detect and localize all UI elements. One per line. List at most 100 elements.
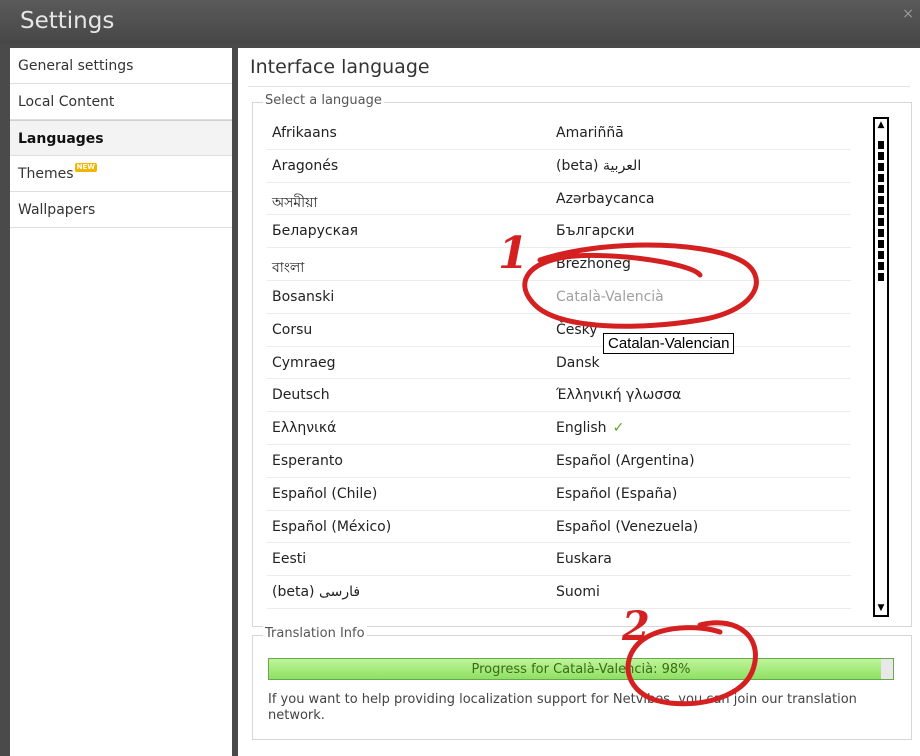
language-option[interactable]: Deutsch [272, 387, 330, 403]
heading-divider [248, 86, 910, 87]
language-option[interactable]: Corsu [272, 322, 312, 338]
language-label: অসমীয়া [272, 194, 318, 211]
language-option[interactable]: Español (México) [272, 519, 391, 535]
new-badge: NEW [74, 163, 97, 172]
language-label: Español (Venezuela) [556, 518, 699, 535]
language-row: Esperanto Español (Argentina) [267, 445, 851, 478]
language-option[interactable]: Español (Venezuela) [556, 519, 698, 535]
language-label: Eesti [272, 551, 307, 568]
translation-fieldset: Translation Info Progress for Català-Val… [252, 626, 912, 740]
language-option[interactable]: Български [556, 223, 635, 239]
language-option[interactable]: Esperanto [272, 453, 343, 469]
language-option[interactable]: বাংলা [272, 256, 304, 280]
sidebar-item-label: Wallpapers [18, 202, 96, 218]
sidebar-item-languages[interactable]: Languages [10, 120, 232, 156]
language-option[interactable]: Bosanski [272, 289, 334, 305]
scroll-thumb[interactable] [878, 141, 884, 281]
language-row: Deutsch Έλληνική γλωσσα [267, 379, 851, 413]
language-label: Español (Argentina) [556, 452, 695, 469]
main-panel: Interface language Select a language Afr… [238, 48, 920, 756]
scroll-down-icon[interactable]: ▼ [877, 604, 885, 613]
sidebar-item-local-content[interactable]: Local Content [10, 84, 232, 120]
language-option[interactable]: Amariññā [556, 125, 624, 141]
language-option[interactable]: Afrikaans [272, 125, 337, 141]
language-label: Dansk [556, 354, 600, 371]
language-option[interactable]: (beta) فارسی [272, 584, 360, 600]
page-title: Interface language [250, 56, 430, 78]
language-row: Беларуская Български [267, 215, 851, 249]
language-option[interactable]: Dansk [556, 355, 600, 371]
language-label: Aragonés [272, 157, 339, 174]
language-row: Eesti Euskara [267, 543, 851, 577]
language-label: Corsu [272, 321, 313, 338]
sidebar-item-themes[interactable]: Themes NEW [10, 156, 232, 192]
language-list: Afrikaans Amariññā Aragonés (beta) العربية অ… [267, 117, 851, 609]
language-label: English [556, 420, 607, 437]
translation-progress-bar: Progress for Català-Valencià: 98% [268, 658, 894, 680]
language-option[interactable]: Azərbaycanca [556, 191, 654, 207]
language-option[interactable]: Español (Chile) [272, 486, 377, 502]
sidebar-item-general-settings[interactable]: General settings [10, 48, 232, 84]
language-label: Έλληνική γλωσσα [556, 387, 682, 404]
sidebar-item-label: General settings [18, 58, 134, 74]
language-label: Bosanski [272, 288, 335, 305]
language-label: Amariññā [556, 125, 624, 141]
language-label: Cymraeg [272, 354, 336, 371]
translation-info-text: If you want to help providing localizati… [268, 692, 857, 723]
language-option[interactable]: Česky [556, 322, 598, 338]
language-row: Cymraeg Dansk [267, 347, 851, 380]
language-label: Esperanto [272, 452, 343, 469]
language-row: Bosanski Català-Valencià [267, 281, 851, 314]
language-label: Ελληνικά [272, 420, 337, 437]
language-option[interactable]: Aragonés [272, 158, 338, 174]
language-label: (beta) فارسی [272, 584, 361, 601]
translation-legend: Translation Info [263, 626, 367, 641]
language-option[interactable]: Español (Argentina) [556, 453, 695, 469]
language-option[interactable]: Eesti [272, 551, 306, 567]
language-row: Ελληνικά English ✓ [267, 412, 851, 445]
language-option[interactable]: অসমীয়া [272, 191, 317, 215]
language-row: অসমীয়া Azərbaycanca [267, 183, 851, 216]
language-tooltip: Catalan-Valencian [603, 333, 735, 354]
language-row: বাংলা Brezhoneg [267, 248, 851, 281]
progress-text: Progress for Català-Valencià: 98% [471, 662, 691, 677]
language-label: Brezhoneg [556, 256, 631, 273]
titlebar: Settings × [0, 0, 920, 44]
language-label: (beta) العربية [556, 157, 642, 174]
language-row: Corsu Česky [267, 314, 851, 347]
close-icon[interactable]: × [902, 6, 914, 22]
language-option[interactable]: Cymraeg [272, 355, 336, 371]
language-option[interactable]: Euskara [556, 551, 612, 567]
language-option[interactable]: Ελληνικά [272, 420, 336, 436]
language-row: Español (México) Español (Venezuela) [267, 511, 851, 544]
language-label: Español (España) [556, 485, 678, 502]
language-scrollbar[interactable]: ▲ ▼ [873, 117, 889, 617]
sidebar-item-wallpapers[interactable]: Wallpapers [10, 192, 232, 228]
language-option[interactable]: (beta) العربية [556, 158, 641, 174]
language-label: Беларуская [272, 223, 359, 240]
language-legend: Select a language [263, 93, 384, 108]
language-option[interactable]: Español (España) [556, 486, 677, 502]
language-option[interactable]: Έλληνική γλωσσα [556, 387, 681, 403]
scroll-up-icon[interactable]: ▲ [877, 121, 885, 130]
language-row: Español (Chile) Español (España) [267, 478, 851, 511]
language-label: Azərbaycanca [556, 190, 655, 207]
language-row: (beta) فارسی Suomi [267, 576, 851, 609]
language-option[interactable]: Suomi [556, 584, 600, 600]
language-label: Български [556, 223, 635, 240]
language-label: Euskara [556, 551, 612, 568]
language-label: Česky [556, 321, 598, 338]
language-option[interactable]: Беларуская [272, 223, 358, 239]
window-title: Settings [20, 8, 115, 34]
language-label: Español (México) [272, 518, 392, 535]
sidebar-item-label: Themes [18, 166, 74, 182]
language-label: Español (Chile) [272, 485, 378, 502]
language-option[interactable]: English ✓ [556, 420, 624, 436]
language-label: Català-Valencià [556, 288, 664, 305]
language-option[interactable]: Català-Valencià [556, 289, 664, 305]
language-option[interactable]: Brezhoneg [556, 256, 631, 272]
language-label: বাংলা [272, 260, 305, 277]
language-fieldset: Select a language Afrikaans Amariññā Arago… [252, 93, 912, 627]
sidebar-item-label: Local Content [18, 94, 115, 110]
language-label: Suomi [556, 584, 600, 601]
